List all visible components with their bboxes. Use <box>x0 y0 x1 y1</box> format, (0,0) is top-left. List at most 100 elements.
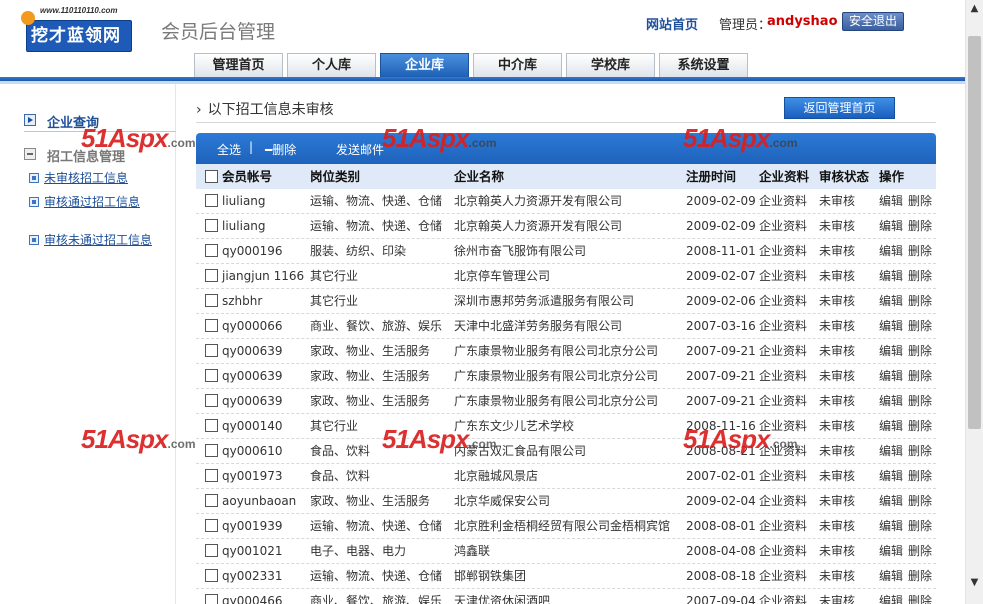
company-profile-link[interactable]: 企业资料 <box>759 364 819 388</box>
company-profile-link[interactable]: 企业资料 <box>759 589 819 604</box>
cell-date: 2008-11-16 <box>686 419 756 433</box>
send-mail-button[interactable]: 发送邮件 <box>336 141 384 158</box>
edit-link[interactable]: 编辑 <box>879 594 903 604</box>
edit-link[interactable]: 编辑 <box>879 544 903 558</box>
delete-link[interactable]: 删除 <box>908 569 932 583</box>
edit-link[interactable]: 编辑 <box>879 369 903 383</box>
cell-status: 未审核 <box>819 319 856 333</box>
company-profile-link[interactable]: 企业资料 <box>759 439 819 463</box>
cell-actions: 编辑 删除 <box>879 389 936 413</box>
edit-link[interactable]: 编辑 <box>879 444 903 458</box>
scrollbar-thumb[interactable] <box>968 36 981 429</box>
row-checkbox[interactable] <box>205 244 218 257</box>
edit-link[interactable]: 编辑 <box>879 319 903 333</box>
row-checkbox[interactable] <box>205 194 218 207</box>
edit-link[interactable]: 编辑 <box>879 419 903 433</box>
select-all-button[interactable]: 全选 <box>217 141 241 158</box>
company-profile-link[interactable]: 企业资料 <box>759 289 819 313</box>
tab-agency[interactable]: 中介库 <box>473 53 562 77</box>
row-checkbox[interactable] <box>205 444 218 457</box>
row-checkbox[interactable] <box>205 394 218 407</box>
row-checkbox[interactable] <box>205 269 218 282</box>
bulk-delete-button[interactable]: ━删除 <box>265 141 296 158</box>
edit-link[interactable]: 编辑 <box>879 244 903 258</box>
edit-link[interactable]: 编辑 <box>879 269 903 283</box>
edit-link[interactable]: 编辑 <box>879 519 903 533</box>
row-checkbox[interactable] <box>205 219 218 232</box>
row-checkbox[interactable] <box>205 569 218 582</box>
edit-link[interactable]: 编辑 <box>879 194 903 208</box>
edit-link[interactable]: 编辑 <box>879 344 903 358</box>
scroll-down-icon[interactable]: ▼ <box>966 574 983 591</box>
edit-link[interactable]: 编辑 <box>879 219 903 233</box>
company-profile-link[interactable]: 企业资料 <box>759 214 819 238</box>
company-profile-link[interactable]: 企业资料 <box>759 264 819 288</box>
edit-link[interactable]: 编辑 <box>879 469 903 483</box>
tab-admin-home[interactable]: 管理首页 <box>194 53 283 77</box>
site-home-link[interactable]: 网站首页 <box>646 14 698 33</box>
scroll-up-icon[interactable]: ▲ <box>966 0 983 17</box>
company-profile-link[interactable]: 企业资料 <box>759 314 819 338</box>
tab-settings[interactable]: 系统设置 <box>659 53 748 77</box>
delete-link[interactable]: 删除 <box>908 394 932 408</box>
edit-link[interactable]: 编辑 <box>879 394 903 408</box>
delete-link[interactable]: 删除 <box>908 544 932 558</box>
tab-personal[interactable]: 个人库 <box>287 53 376 77</box>
edit-link[interactable]: 编辑 <box>879 569 903 583</box>
delete-link[interactable]: 删除 <box>908 294 932 308</box>
company-profile-link[interactable]: 企业资料 <box>759 489 819 513</box>
company-profile-link[interactable]: 企业资料 <box>759 414 819 438</box>
tab-enterprise[interactable]: 企业库 <box>380 53 469 77</box>
company-profile-link[interactable]: 企业资料 <box>759 564 819 588</box>
delete-link[interactable]: 删除 <box>908 194 932 208</box>
row-checkbox[interactable] <box>205 469 218 482</box>
delete-link[interactable]: 删除 <box>908 219 932 233</box>
cell-actions: 编辑 删除 <box>879 414 936 438</box>
vertical-scrollbar[interactable]: ▲ ▼ <box>965 0 983 604</box>
edit-link[interactable]: 编辑 <box>879 294 903 308</box>
table-row: qy000610 食品、饮料 内蒙古双汇食品有限公司 2008-08-21 企业资料 未审… <box>196 439 936 464</box>
tab-school[interactable]: 学校库 <box>566 53 655 77</box>
company-profile-link[interactable]: 企业资料 <box>759 339 819 363</box>
company-profile-link[interactable]: 企业资料 <box>759 539 819 563</box>
delete-link[interactable]: 删除 <box>908 494 932 508</box>
row-checkbox[interactable] <box>205 519 218 532</box>
sidebar-link-rejected[interactable]: 审核未通过招工信息 <box>29 233 154 247</box>
company-profile-link[interactable]: 企业资料 <box>759 189 819 213</box>
company-profile-link[interactable]: 企业资料 <box>759 514 819 538</box>
company-profile-link[interactable]: 企业资料 <box>759 239 819 263</box>
row-checkbox[interactable] <box>205 319 218 332</box>
delete-link[interactable]: 删除 <box>908 519 932 533</box>
cell-actions: 编辑 删除 <box>879 339 936 363</box>
site-logo[interactable]: www.110110110.com 挖才蓝领网 <box>21 6 132 52</box>
delete-link[interactable]: 删除 <box>908 469 932 483</box>
logout-button[interactable]: 安全退出 <box>842 12 904 31</box>
delete-link[interactable]: 删除 <box>908 444 932 458</box>
row-checkbox[interactable] <box>205 294 218 307</box>
sidebar-link-unreviewed[interactable]: 未审核招工信息 <box>29 171 154 185</box>
cell-date: 2007-03-16 <box>686 319 756 333</box>
row-checkbox[interactable] <box>205 544 218 557</box>
delete-link[interactable]: 删除 <box>908 419 932 433</box>
row-checkbox[interactable] <box>205 369 218 382</box>
delete-link[interactable]: 删除 <box>908 319 932 333</box>
row-checkbox[interactable] <box>205 419 218 432</box>
company-profile-link[interactable]: 企业资料 <box>759 389 819 413</box>
row-checkbox[interactable] <box>205 594 218 604</box>
company-profile-link[interactable]: 企业资料 <box>759 464 819 488</box>
delete-link[interactable]: 删除 <box>908 344 932 358</box>
sidebar-link-approved[interactable]: 审核通过招工信息 <box>29 195 154 209</box>
cell-account: qy002331 <box>196 564 310 588</box>
delete-link[interactable]: 删除 <box>908 369 932 383</box>
edit-link[interactable]: 编辑 <box>879 494 903 508</box>
delete-link[interactable]: 删除 <box>908 594 932 604</box>
cell-actions: 编辑 删除 <box>879 439 936 463</box>
delete-link[interactable]: 删除 <box>908 269 932 283</box>
select-all-checkbox[interactable] <box>205 170 218 183</box>
delete-link[interactable]: 删除 <box>908 244 932 258</box>
table-row: qy000639 家政、物业、生活服务 广东康景物业服务有限公司北京分公司 2007-… <box>196 389 936 414</box>
back-to-admin-home-button[interactable]: 返回管理首页 <box>784 97 895 119</box>
row-checkbox[interactable] <box>205 344 218 357</box>
row-checkbox[interactable] <box>205 494 218 507</box>
table-toolbar: 全选 | ━删除 发送邮件 <box>196 133 936 164</box>
